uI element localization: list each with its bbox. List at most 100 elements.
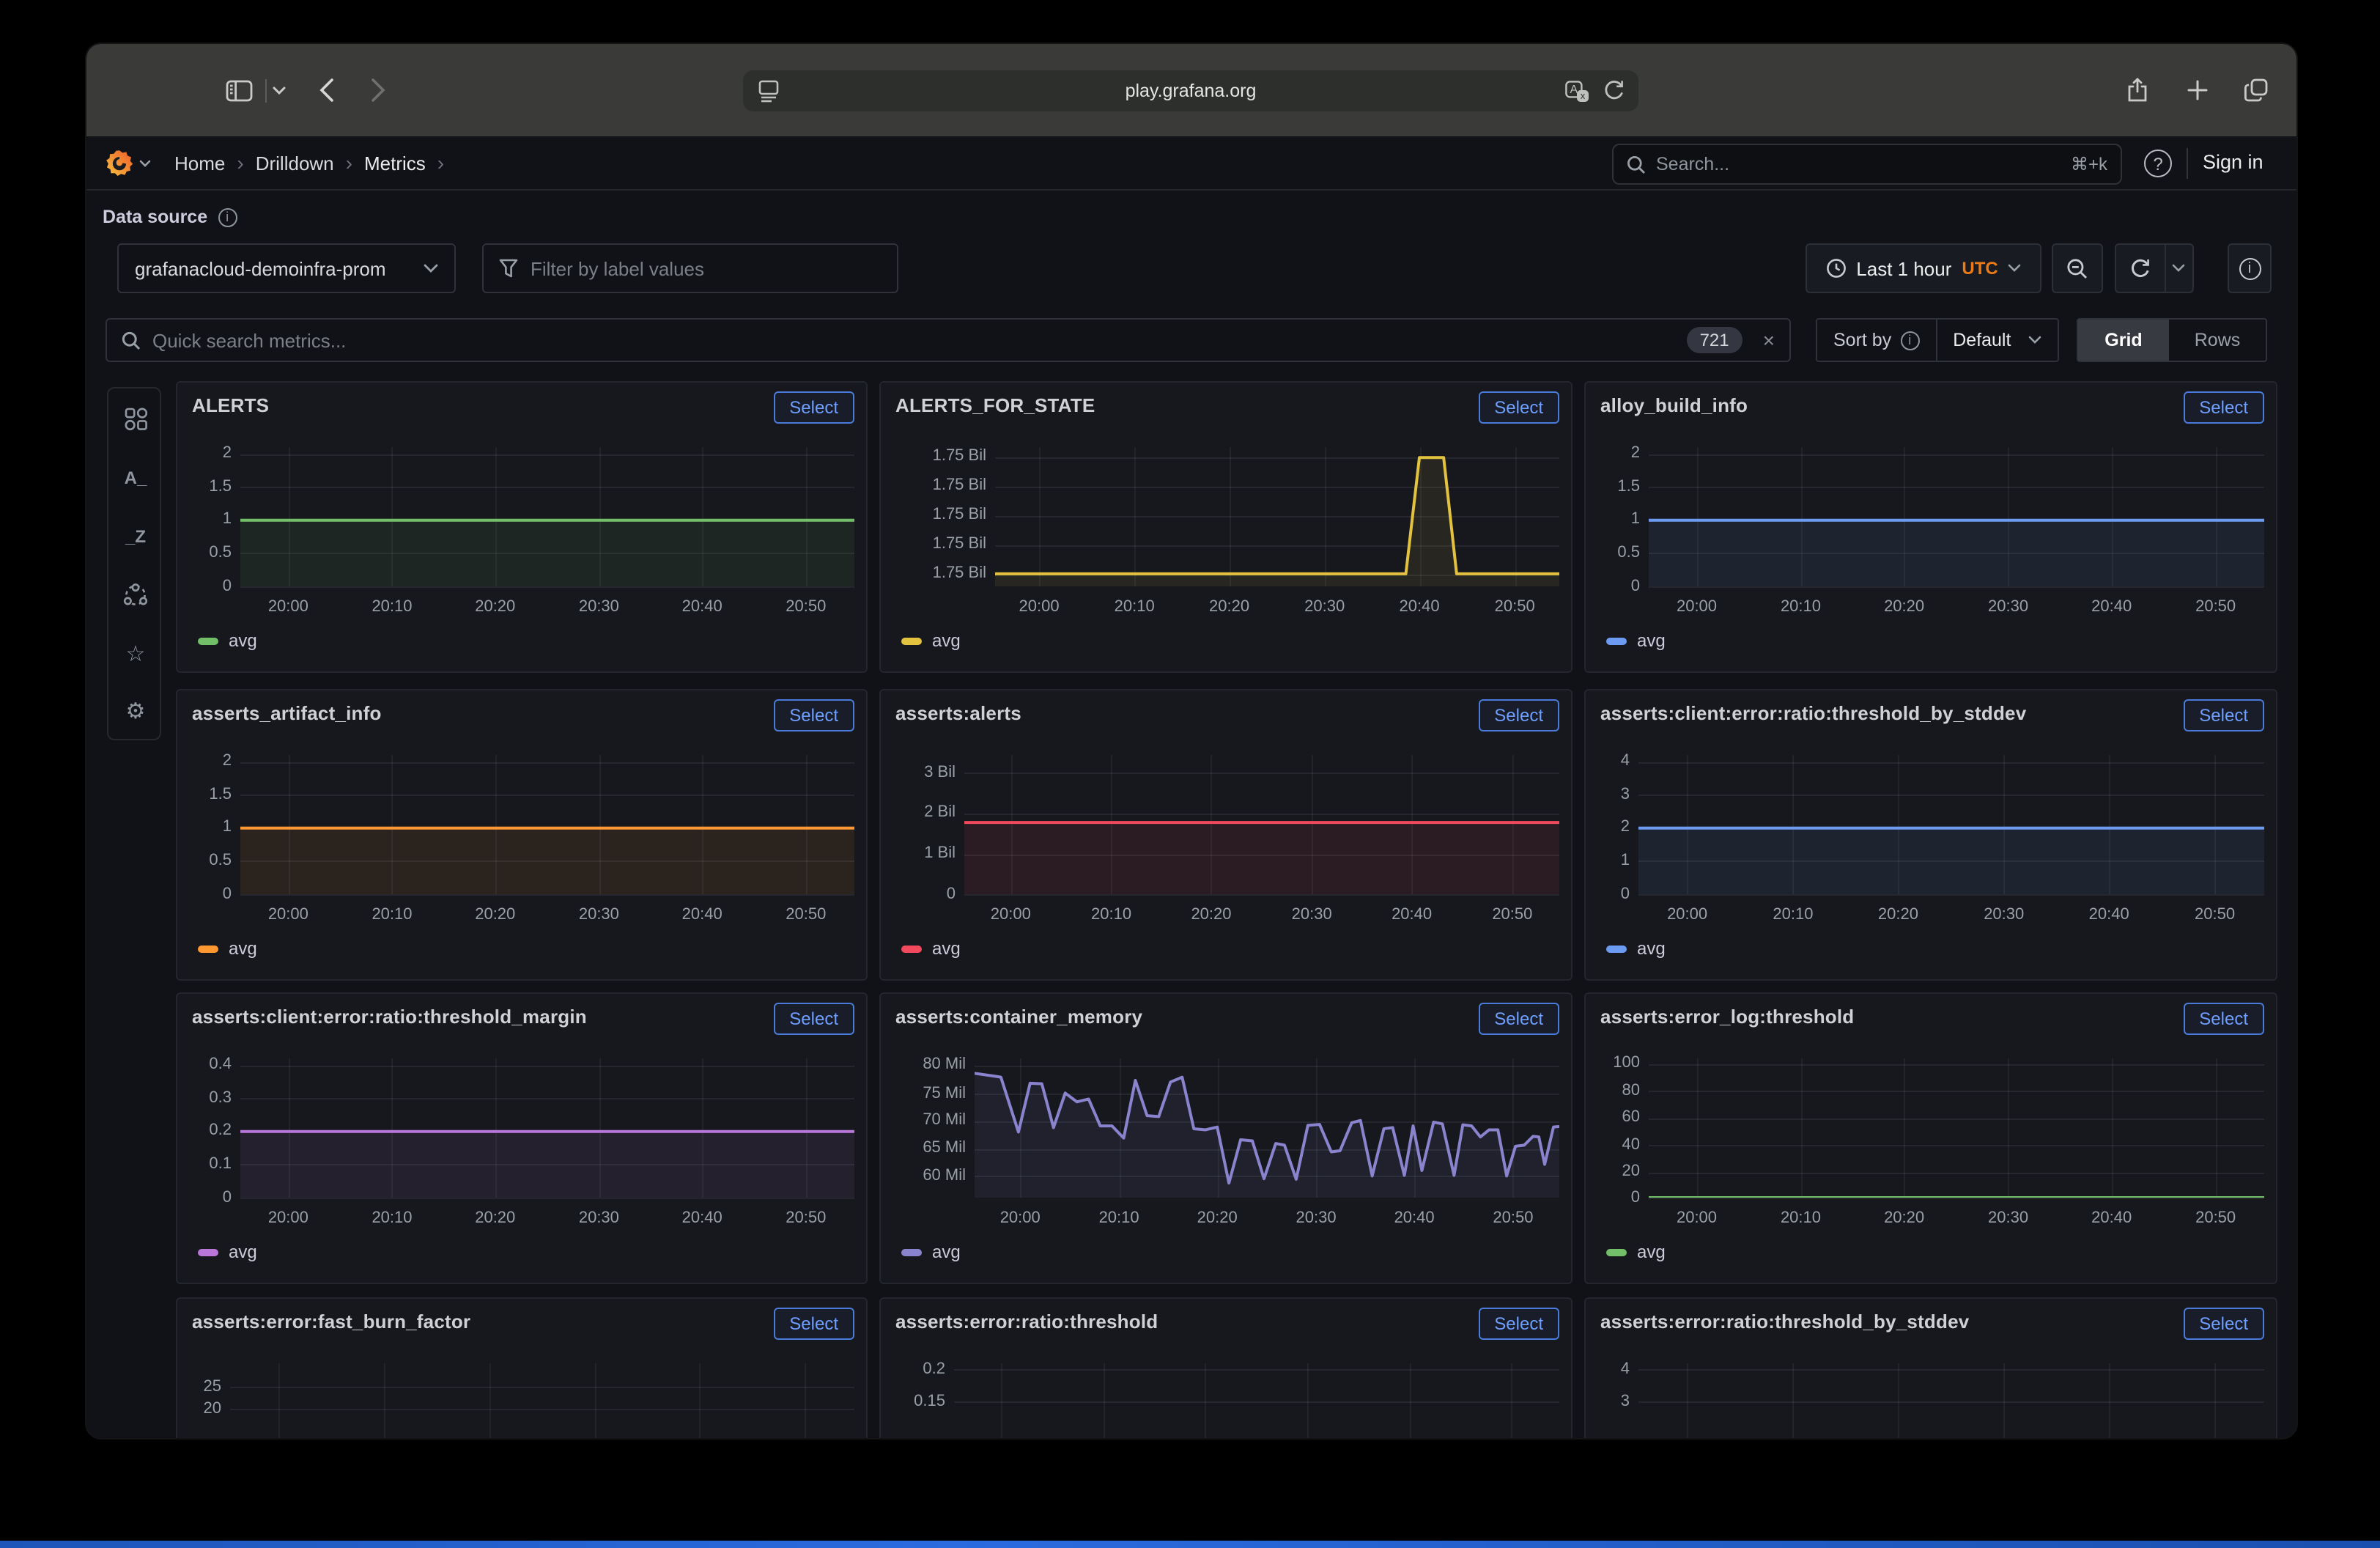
view-grid-button[interactable]: Grid bbox=[2078, 320, 2169, 361]
x-axis: 20:0020:1020:2020:3020:4020:50 bbox=[975, 1209, 1559, 1230]
x-axis-label: 20:10 bbox=[1115, 598, 1155, 616]
new-tab-icon[interactable] bbox=[2187, 79, 2209, 101]
select-button[interactable]: Select bbox=[1478, 391, 1559, 424]
back-button[interactable] bbox=[319, 78, 334, 103]
x-axis-label: 20:20 bbox=[475, 598, 515, 616]
time-range-picker[interactable]: Last 1 hour UTC bbox=[1806, 243, 2041, 293]
panel-title: ALERTS bbox=[192, 394, 269, 416]
x-axis: 20:0020:1020:2020:3020:4020:50 bbox=[240, 906, 854, 926]
global-search-input[interactable] bbox=[1656, 154, 2061, 174]
select-button[interactable]: Select bbox=[773, 391, 854, 424]
settings-gear-icon[interactable]: ⚙ bbox=[108, 695, 163, 727]
chart bbox=[240, 755, 854, 894]
tab-overview-icon[interactable] bbox=[2244, 78, 2269, 103]
x-axis: 20:0020:1020:2020:3020:4020:50 bbox=[240, 1209, 854, 1230]
org-switcher-chevron-icon[interactable] bbox=[139, 160, 151, 167]
x-axis-label: 20:30 bbox=[579, 906, 619, 924]
select-button[interactable]: Select bbox=[773, 699, 854, 731]
x-axis-label: 20:00 bbox=[1677, 598, 1717, 616]
plot-area bbox=[954, 1363, 1559, 1438]
select-button[interactable]: Select bbox=[773, 1308, 854, 1340]
global-search-box[interactable]: ⌘+k bbox=[1612, 144, 2122, 185]
breadcrumb-drilldown[interactable]: Drilldown bbox=[256, 152, 334, 174]
quick-search-input[interactable] bbox=[152, 329, 1675, 351]
y-axis-label: 0.1 bbox=[186, 1155, 232, 1174]
y-axis-label: 3 bbox=[1594, 1392, 1630, 1411]
y-axis-label: 1 Bil bbox=[890, 845, 956, 864]
legend-label[interactable]: avg bbox=[1637, 630, 1666, 651]
grafana-logo[interactable] bbox=[106, 150, 133, 185]
reload-icon[interactable] bbox=[1603, 79, 1625, 107]
legend-label[interactable]: avg bbox=[1637, 1242, 1666, 1262]
y-axis-label: 0 bbox=[186, 1188, 232, 1207]
y-axis-label: 2 bbox=[186, 445, 232, 464]
y-axis-label: 40 bbox=[1594, 1136, 1640, 1155]
panel-info-button[interactable]: i bbox=[2228, 243, 2272, 293]
metric-panel: asserts:alertsSelect3 Bil2 Bil1 Bil020:0… bbox=[879, 689, 1572, 981]
y-axis-label: 80 Mil bbox=[890, 1056, 966, 1075]
forward-button[interactable] bbox=[371, 78, 385, 103]
sign-in-button[interactable]: Sign in bbox=[2203, 151, 2263, 173]
y-axis-label: 0.5 bbox=[1594, 544, 1640, 563]
share-icon[interactable] bbox=[2126, 78, 2148, 103]
refresh-interval-chevron[interactable] bbox=[2165, 264, 2192, 273]
address-bar[interactable]: play.grafana.org A x bbox=[743, 70, 1638, 111]
label-filter-input[interactable] bbox=[531, 257, 882, 279]
legend-label[interactable]: avg bbox=[229, 1242, 257, 1262]
legend-label[interactable]: avg bbox=[932, 1242, 961, 1262]
legend-label[interactable]: avg bbox=[932, 938, 961, 959]
suffix-filter-icon[interactable]: _Z bbox=[108, 520, 163, 553]
legend: avg bbox=[1606, 630, 1666, 651]
chevron-down-icon bbox=[2008, 264, 2022, 273]
select-button[interactable]: Select bbox=[2183, 391, 2264, 424]
y-axis-label: 25 bbox=[186, 1377, 221, 1396]
select-button[interactable]: Select bbox=[1478, 1308, 1559, 1340]
select-button[interactable]: Select bbox=[2183, 1003, 2264, 1035]
select-button[interactable]: Select bbox=[2183, 1308, 2264, 1340]
prefix-filter-icon[interactable]: A_ bbox=[108, 462, 163, 494]
select-button[interactable]: Select bbox=[2183, 699, 2264, 731]
chevron-down-icon bbox=[424, 264, 438, 273]
refresh-button[interactable] bbox=[2116, 245, 2165, 292]
zoom-out-button[interactable] bbox=[2052, 243, 2103, 293]
help-icon[interactable]: ? bbox=[2144, 150, 2172, 177]
sort-info-icon[interactable]: i bbox=[1900, 331, 1919, 350]
breadcrumb-metrics[interactable]: Metrics bbox=[364, 152, 426, 174]
y-axis-label: 1.5 bbox=[186, 478, 232, 497]
select-button[interactable]: Select bbox=[1478, 1003, 1559, 1035]
all-metrics-icon[interactable] bbox=[108, 403, 163, 435]
x-axis-label: 20:30 bbox=[1304, 598, 1345, 616]
favorites-star-icon[interactable]: ☆ bbox=[108, 638, 163, 670]
select-button[interactable]: Select bbox=[1478, 699, 1559, 731]
y-axis-label: 1.75 Bil bbox=[890, 447, 986, 466]
legend-label[interactable]: avg bbox=[229, 938, 257, 959]
clear-search-icon[interactable]: × bbox=[1754, 328, 1775, 352]
info-icon: i bbox=[2239, 257, 2261, 279]
group-by-icon[interactable] bbox=[108, 579, 163, 611]
sidebar-toggle-icon[interactable] bbox=[226, 79, 254, 103]
breadcrumb-home[interactable]: Home bbox=[174, 152, 225, 174]
sidebar-chevron-down-icon[interactable] bbox=[273, 86, 286, 95]
legend-label[interactable]: avg bbox=[932, 630, 961, 651]
x-axis-label: 20:00 bbox=[268, 1209, 308, 1227]
x-axis-label: 20:30 bbox=[1296, 1209, 1337, 1227]
data-source-info-icon[interactable]: i bbox=[218, 207, 237, 226]
view-rows-button[interactable]: Rows bbox=[2169, 320, 2266, 361]
x-axis-label: 20:10 bbox=[1099, 1209, 1139, 1227]
select-button[interactable]: Select bbox=[773, 1003, 854, 1035]
sort-select[interactable]: Default bbox=[1937, 320, 2057, 361]
x-axis-label: 20:20 bbox=[1878, 906, 1918, 924]
quick-search-field[interactable]: 721 × bbox=[106, 318, 1791, 362]
legend-label[interactable]: avg bbox=[1637, 938, 1666, 959]
svg-text:A: A bbox=[1570, 84, 1578, 96]
label-filter-field[interactable] bbox=[482, 243, 898, 293]
data-source-select[interactable]: grafanacloud-demoinfra-prom bbox=[117, 243, 456, 293]
x-axis-label: 20:10 bbox=[1781, 598, 1821, 616]
x-axis-label: 20:10 bbox=[372, 906, 412, 924]
page-format-icon[interactable] bbox=[758, 79, 780, 107]
metric-panel: asserts_artifact_infoSelect21.510.5020:0… bbox=[176, 689, 868, 981]
screenshot-stage: play.grafana.org A x bbox=[0, 0, 2380, 1548]
legend-label[interactable]: avg bbox=[229, 630, 257, 651]
y-axis-label: 0.15 bbox=[890, 1392, 945, 1411]
translate-icon[interactable]: A x bbox=[1565, 81, 1589, 107]
